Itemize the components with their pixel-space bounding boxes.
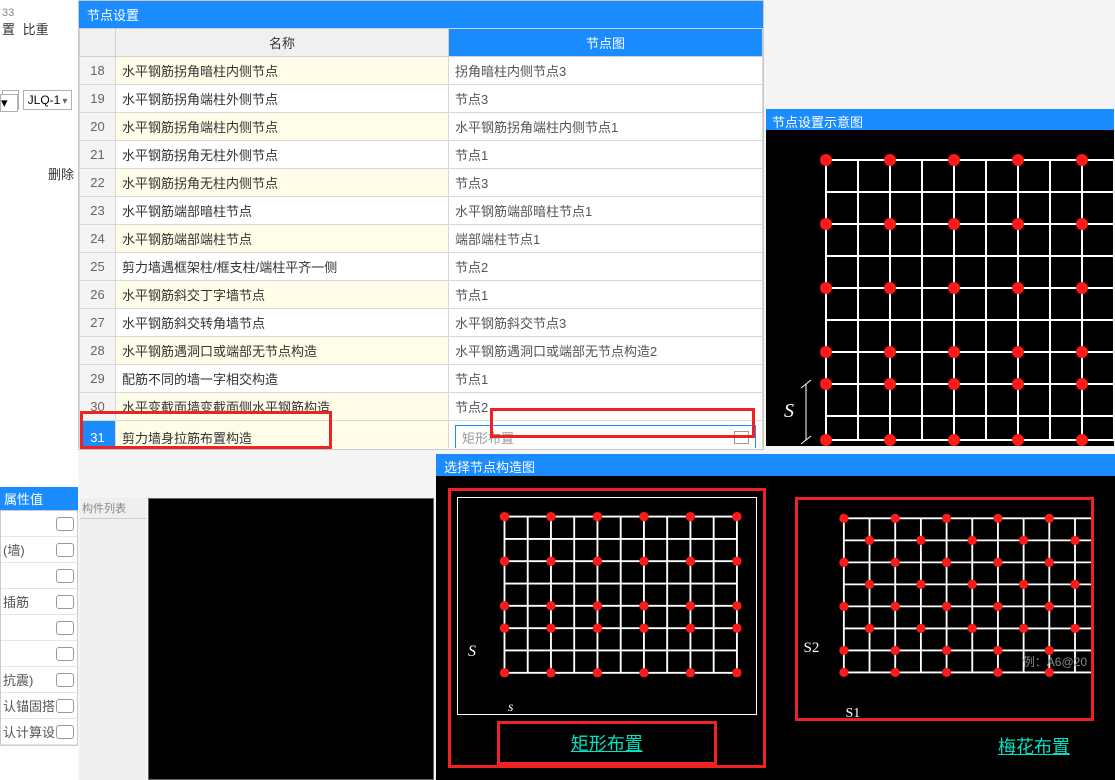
s1-label: S1 xyxy=(846,706,861,722)
row-number: 19 xyxy=(80,85,116,113)
col-name[interactable]: 名称 xyxy=(116,29,449,57)
select-area: S s 矩形布置 xyxy=(436,476,1115,780)
row-name: 水平钢筋拐角暗柱内侧节点 xyxy=(116,57,449,85)
row-number: 23 xyxy=(80,197,116,225)
s-label: S xyxy=(468,643,476,661)
component-list: 构件列表 xyxy=(80,498,146,780)
left-small: 33 xyxy=(2,7,14,19)
attr-label: 认计算设... xyxy=(1,722,56,741)
table-row[interactable]: 24水平钢筋端部端柱节点端部端柱节点1 xyxy=(80,225,763,253)
table-row[interactable]: 23水平钢筋端部暗柱节点水平钢筋端部暗柱节点1 xyxy=(80,197,763,225)
row-name: 水平钢筋端部暗柱节点 xyxy=(116,197,449,225)
preview-diagram: S xyxy=(766,130,1114,446)
row-number: 22 xyxy=(80,169,116,197)
row-number: 28 xyxy=(80,337,116,365)
row-diagram[interactable]: 水平钢筋斜交节点3 xyxy=(448,309,762,337)
table-row[interactable]: 19水平钢筋拐角端柱外侧节点节点3 xyxy=(80,85,763,113)
checkbox[interactable] xyxy=(56,647,74,661)
row-name: 水平钢筋拐角无柱内侧节点 xyxy=(116,169,449,197)
node-settings-panel: 节点设置 名称 节点图 18水平钢筋拐角暗柱内侧节点拐角暗柱内侧节点319水平钢… xyxy=(78,0,764,450)
attr-label: 插筋 xyxy=(1,592,56,611)
row-name: 水平钢筋斜交丁字墙节点 xyxy=(116,281,449,309)
thumb-quincunx[interactable]: S2 S1 例：A6@20 梅花布置 xyxy=(786,488,1104,768)
left-set[interactable]: 置 xyxy=(2,19,15,38)
row-name: 水平钢筋端部端柱节点 xyxy=(116,225,449,253)
row-diagram[interactable]: 水平钢筋拐角端柱内侧节点1 xyxy=(448,113,762,141)
row-diagram[interactable]: 节点2 xyxy=(448,253,762,281)
table-row[interactable]: 29配筋不同的墙一字相交构造节点1 xyxy=(80,365,763,393)
col-blank xyxy=(80,29,116,57)
bar-head: 构件列表 xyxy=(80,498,146,519)
row-number: 21 xyxy=(80,141,116,169)
attr-label: 抗震) xyxy=(1,670,56,689)
checkbox[interactable] xyxy=(56,517,74,531)
attr-label: (墙) xyxy=(1,540,56,559)
delete-button[interactable]: 删除 xyxy=(0,162,78,185)
thumb-rect[interactable]: S s 矩形布置 xyxy=(448,488,766,768)
table-row[interactable]: 26水平钢筋斜交丁字墙节点节点1 xyxy=(80,281,763,309)
table-row[interactable]: 21水平钢筋拐角无柱外侧节点节点1 xyxy=(80,141,763,169)
row-name: 水平钢筋遇洞口或端部无节点构造 xyxy=(116,337,449,365)
row-diagram[interactable]: 节点3 xyxy=(448,85,762,113)
table-row[interactable]: 25剪力墙遇框架柱/框支柱/端柱平齐一侧节点2 xyxy=(80,253,763,281)
s-label: S xyxy=(784,400,794,423)
row-diagram[interactable]: 节点1 xyxy=(448,365,762,393)
table-row[interactable]: 20水平钢筋拐角端柱内侧节点水平钢筋拐角端柱内侧节点1 xyxy=(80,113,763,141)
jlq-select[interactable]: JLQ-1 xyxy=(23,90,73,110)
s2-label: S2 xyxy=(804,640,820,657)
highlight-row-box xyxy=(80,411,332,449)
attribute-panel: 属性值 (墙) 插筋 抗震) 认锚固搭... 认计算设... xyxy=(0,487,78,746)
attr-header: 属性值 xyxy=(0,487,78,510)
rect-caption: 矩形布置 xyxy=(500,724,714,762)
table-row[interactable]: 27水平钢筋斜交转角墙节点水平钢筋斜交节点3 xyxy=(80,309,763,337)
row-number: 24 xyxy=(80,225,116,253)
row-name: 水平钢筋斜交转角墙节点 xyxy=(116,309,449,337)
row-diagram[interactable]: 拐角暗柱内侧节点3 xyxy=(448,57,762,85)
node-panel-title: 节点设置 xyxy=(79,1,763,28)
checkbox[interactable] xyxy=(56,595,74,609)
checkbox[interactable] xyxy=(56,569,74,583)
row-number: 20 xyxy=(80,113,116,141)
row-diagram[interactable]: 节点1 xyxy=(448,281,762,309)
checkbox[interactable] xyxy=(56,543,74,557)
col-diagram[interactable]: 节点图 xyxy=(448,29,762,57)
table-row[interactable]: 28水平钢筋遇洞口或端部无节点构造水平钢筋遇洞口或端部无节点构造2 xyxy=(80,337,763,365)
row-diagram[interactable]: 节点3 xyxy=(448,169,762,197)
checkbox[interactable] xyxy=(56,725,74,739)
row-number: 26 xyxy=(80,281,116,309)
row-diagram[interactable]: 水平钢筋遇洞口或端部无节点构造2 xyxy=(448,337,762,365)
row-diagram[interactable]: 节点1 xyxy=(448,141,762,169)
row-name: 配筋不同的墙一字相交构造 xyxy=(116,365,449,393)
row-diagram[interactable]: 水平钢筋端部暗柱节点1 xyxy=(448,197,762,225)
row-diagram[interactable]: 端部端柱节点1 xyxy=(448,225,762,253)
checkbox[interactable] xyxy=(56,699,74,713)
row-number: 18 xyxy=(80,57,116,85)
row-number: 27 xyxy=(80,309,116,337)
s-small-label: s xyxy=(508,700,513,716)
quin-caption: 梅花布置 xyxy=(789,727,1101,765)
row-name: 剪力墙遇框架柱/框支柱/端柱平齐一侧 xyxy=(116,253,449,281)
example-text: 例：A6@20 xyxy=(1023,653,1087,670)
row-number: 25 xyxy=(80,253,116,281)
checkbox[interactable] xyxy=(56,673,74,687)
row-name: 水平钢筋拐角端柱内侧节点 xyxy=(116,113,449,141)
node-table: 名称 节点图 18水平钢筋拐角暗柱内侧节点拐角暗柱内侧节点319水平钢筋拐角端柱… xyxy=(79,28,763,448)
highlight-input-box xyxy=(490,408,755,438)
mini-canvas xyxy=(148,498,434,780)
attr-label: 认锚固搭... xyxy=(1,696,56,715)
checkbox[interactable] xyxy=(56,621,74,635)
dropdown-caret-button[interactable]: ▾ xyxy=(0,94,18,112)
left-weight[interactable]: 比重 xyxy=(23,19,49,38)
table-row[interactable]: 22水平钢筋拐角无柱内侧节点节点3 xyxy=(80,169,763,197)
row-name: 水平钢筋拐角无柱外侧节点 xyxy=(116,141,449,169)
row-name: 水平钢筋拐角端柱外侧节点 xyxy=(116,85,449,113)
row-number: 29 xyxy=(80,365,116,393)
table-row[interactable]: 18水平钢筋拐角暗柱内侧节点拐角暗柱内侧节点3 xyxy=(80,57,763,85)
